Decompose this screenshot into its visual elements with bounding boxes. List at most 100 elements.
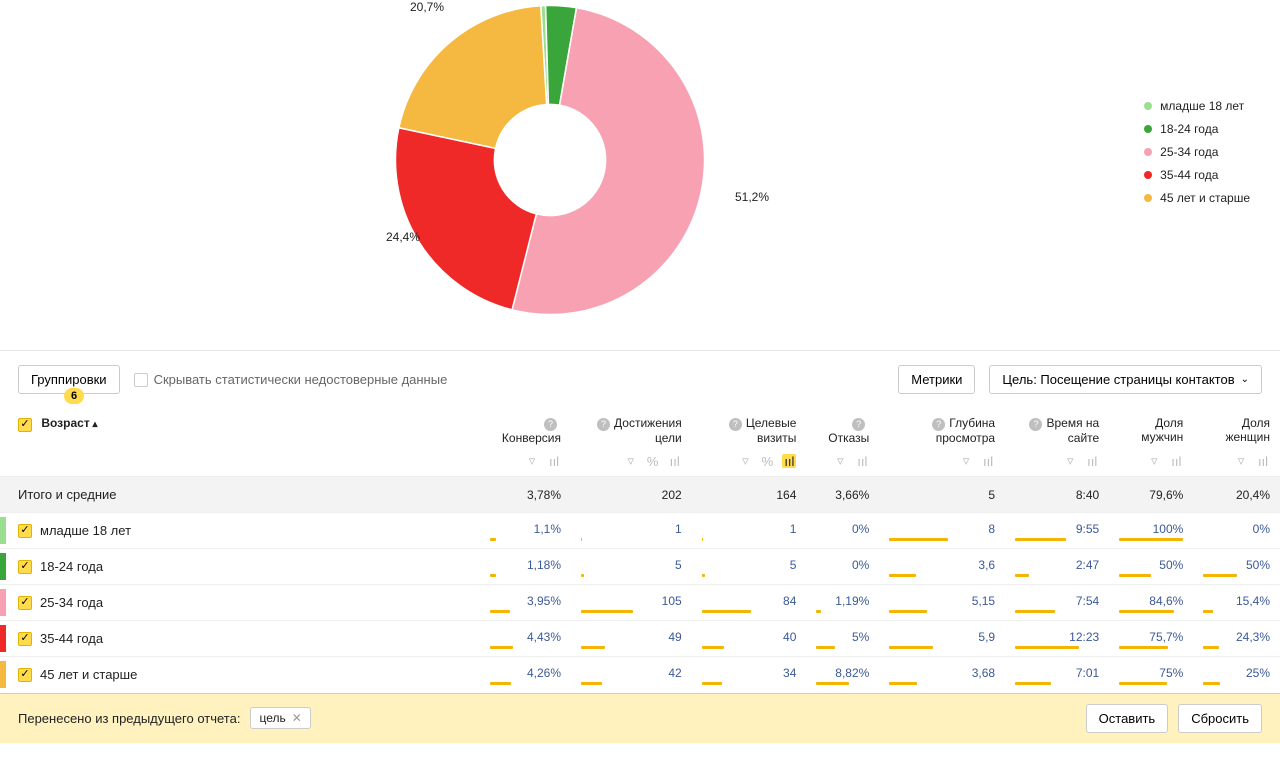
row-label: 35-44 года — [40, 631, 103, 646]
col-depth[interactable]: Глубина просмотра — [936, 416, 995, 445]
cell-value: 50% — [1203, 558, 1270, 572]
bars-icon[interactable]: ııl — [855, 454, 869, 468]
row-checkbox[interactable] — [18, 524, 32, 538]
reset-button[interactable]: Сбросить — [1178, 704, 1262, 733]
row-label: 18-24 года — [40, 559, 103, 574]
cell-value: 8:40 — [1015, 488, 1099, 502]
cell-value: 5,9 — [889, 630, 995, 644]
bars-icon[interactable]: ııl — [1256, 454, 1270, 468]
cell-value: 34 — [702, 666, 797, 680]
legend-item[interactable]: 25-34 года — [1144, 145, 1250, 159]
cell-value: 0% — [816, 522, 869, 536]
controls-bar: Группировки 6 Скрывать статистически нед… — [0, 350, 1280, 408]
help-icon[interactable]: ? — [1029, 418, 1042, 431]
percent-icon[interactable]: % — [646, 454, 660, 468]
col-goal-achievements[interactable]: Достижения цели — [614, 416, 682, 445]
mini-bar — [889, 682, 917, 685]
metrics-button[interactable]: Метрики — [898, 365, 975, 394]
cell-value: 1 — [702, 522, 797, 536]
filter-icon[interactable]: ▿ — [624, 454, 638, 468]
legend-item[interactable]: 35-44 года — [1144, 168, 1250, 182]
close-icon[interactable]: ✕ — [292, 711, 302, 725]
filter-icon[interactable]: ▿ — [1063, 454, 1077, 468]
hide-unreliable-checkbox[interactable]: Скрывать статистически недостоверные дан… — [134, 372, 448, 387]
footer-chip[interactable]: цель ✕ — [250, 707, 310, 729]
col-time[interactable]: Время на сайте — [1046, 416, 1099, 445]
mini-bar — [1015, 646, 1079, 649]
filter-icon[interactable]: ▿ — [525, 454, 539, 468]
filter-icon[interactable]: ▿ — [738, 454, 752, 468]
cell-value: 49 — [581, 630, 682, 644]
table-row: 18-24 года1,18%550%3,62:4750%50% — [0, 549, 1280, 585]
legend-item[interactable]: младше 18 лет — [1144, 99, 1250, 113]
cell-value: 15,4% — [1203, 594, 1270, 608]
cell-value: 40 — [702, 630, 797, 644]
filter-icon[interactable]: ▿ — [1234, 454, 1248, 468]
mini-bar — [702, 574, 705, 577]
mini-bar — [581, 574, 584, 577]
cell-value: 5% — [816, 630, 869, 644]
mini-bar — [702, 682, 722, 685]
cell-value: 0% — [1203, 522, 1270, 536]
cell-value: 7:01 — [1015, 666, 1099, 680]
checkbox-all[interactable] — [18, 418, 32, 432]
percent-icon[interactable]: % — [760, 454, 774, 468]
filter-icon[interactable]: ▿ — [1147, 454, 1161, 468]
cell-value: 3,68 — [889, 666, 995, 680]
filter-icon[interactable]: ▿ — [959, 454, 973, 468]
help-icon[interactable]: ? — [932, 418, 945, 431]
row-checkbox[interactable] — [18, 560, 32, 574]
bars-icon[interactable]: ııl — [668, 454, 682, 468]
cell-value: 4,43% — [490, 630, 561, 644]
bars-icon[interactable]: ııl — [1169, 454, 1183, 468]
mini-bar — [816, 646, 835, 649]
cell-value: 25% — [1203, 666, 1270, 680]
mini-bar — [702, 646, 725, 649]
col-target-visits[interactable]: Целевые визиты — [746, 416, 797, 445]
mini-bar — [490, 682, 511, 685]
groupings-button[interactable]: Группировки 6 — [18, 365, 120, 394]
cell-value: 164 — [702, 488, 797, 502]
row-label: 45 лет и старше — [40, 667, 137, 682]
chart-legend: младше 18 лет 18-24 года 25-34 года 35-44 г… — [1144, 90, 1250, 214]
col-bounces[interactable]: Отказы — [828, 431, 869, 445]
bars-icon[interactable]: ııl — [547, 454, 561, 468]
checkbox-icon — [134, 373, 148, 387]
col-male-share[interactable]: Доля мужчин — [1141, 416, 1183, 444]
totals-row: Итого и средние3,78%2021643,66%58:4079,6… — [0, 477, 1280, 513]
legend-item[interactable]: 18-24 года — [1144, 122, 1250, 136]
help-icon[interactable]: ? — [852, 418, 865, 431]
mini-bar — [490, 538, 496, 541]
age-column-header[interactable]: Возраст — [41, 416, 97, 430]
hide-unreliable-label: Скрывать статистически недостоверные дан… — [154, 372, 448, 387]
help-icon[interactable]: ? — [544, 418, 557, 431]
legend-item[interactable]: 45 лет и старше — [1144, 191, 1250, 205]
mini-bar — [1015, 682, 1051, 685]
bars-icon[interactable]: ııl — [981, 454, 995, 468]
legend-swatch — [1144, 171, 1152, 179]
mini-bar — [1203, 682, 1220, 685]
mini-bar — [581, 646, 605, 649]
table-row: младше 18 лет1,1%110%89:55100%0% — [0, 513, 1280, 549]
mini-bar — [816, 682, 849, 685]
mini-bar — [1015, 574, 1029, 577]
goal-dropdown[interactable]: Цель: Посещение страницы контактов ⌄ — [989, 365, 1262, 394]
row-checkbox[interactable] — [18, 632, 32, 646]
bars-icon[interactable]: ııl — [782, 454, 796, 468]
col-female-share[interactable]: Доля женщин — [1225, 416, 1270, 444]
cell-value: 5 — [702, 558, 797, 572]
mini-bar — [889, 646, 932, 649]
help-icon[interactable]: ? — [597, 418, 610, 431]
row-checkbox[interactable] — [18, 596, 32, 610]
bars-icon[interactable]: ııl — [1085, 454, 1099, 468]
mini-bar — [1015, 538, 1065, 541]
keep-button[interactable]: Оставить — [1086, 704, 1169, 733]
cell-value: 0% — [816, 558, 869, 572]
callout-25-34: 51,2% — [735, 190, 769, 204]
help-icon[interactable]: ? — [729, 418, 742, 431]
row-checkbox[interactable] — [18, 668, 32, 682]
filter-icon[interactable]: ▿ — [833, 454, 847, 468]
col-conversion[interactable]: Конверсия — [502, 431, 561, 445]
mini-bar — [581, 682, 602, 685]
cell-value: 84,6% — [1119, 594, 1183, 608]
